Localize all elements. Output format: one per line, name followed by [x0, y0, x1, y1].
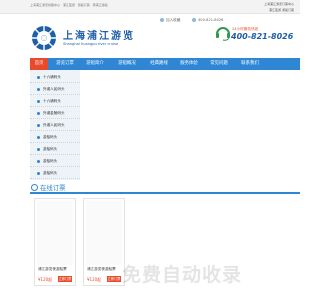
- product-card[interactable]: 浦江游览夜游船票 ¥120起 立即订票: [83, 198, 125, 286]
- watermark-text: 免费自动收录: [122, 264, 243, 286]
- bullet-icon: [37, 100, 40, 103]
- sidebar-item[interactable]: 外滩金陵码头: [30, 108, 80, 119]
- sidebar-item-label: 外滩人民码头: [43, 123, 65, 127]
- sidebar-item[interactable]: 外滩人民码头: [30, 120, 80, 131]
- top-contact-2[interactable]: 浦江夜游 游船订票: [269, 8, 294, 12]
- sidebar-item[interactable]: 十六铺码头: [30, 96, 80, 107]
- nav-overview[interactable]: 游船概况: [114, 58, 140, 70]
- top-contact-1[interactable]: 上海浦江游览订票中心: [264, 2, 294, 6]
- bullet-icon: [37, 76, 40, 79]
- favorites-label: 加入收藏: [166, 18, 181, 22]
- sidebar-item[interactable]: 游船码头: [30, 132, 80, 143]
- bullet-icon: [37, 136, 40, 139]
- sidebar-item-label: 游船码头: [43, 135, 58, 139]
- nav-home[interactable]: 首页: [30, 58, 48, 70]
- nav-service[interactable]: 服务体验: [176, 58, 202, 70]
- ship-wheel-icon[interactable]: [29, 24, 59, 52]
- phone-label: 400-821-8026: [198, 18, 224, 22]
- product-price: ¥120起: [87, 277, 102, 282]
- headset-icon: [216, 27, 230, 41]
- sidebar-item-label: 十六铺码头: [43, 75, 61, 79]
- bullet-icon: [37, 124, 40, 127]
- product-price: ¥120起: [38, 277, 53, 282]
- product-card[interactable]: 浦江游览夜游船票 ¥120起 立即订票: [34, 198, 76, 286]
- book-now-button[interactable]: 立即订票: [58, 276, 72, 282]
- section-title: 在线订票: [40, 184, 66, 192]
- product-name: 浦江游览夜游船票: [38, 267, 67, 271]
- nav-contact[interactable]: 联系我们: [236, 58, 264, 70]
- sidebar-item[interactable]: 游船码头: [30, 144, 80, 155]
- sidebar-item-label: 游船码头: [43, 147, 58, 151]
- main-nav: 首页 游览订票 游船简介 游船概况 经典路线 服务体验 常见问题 联系我们: [30, 58, 300, 70]
- sidebar-item-label: 游船码头: [43, 159, 58, 163]
- favorites-link[interactable]: 加入收藏: [160, 18, 180, 23]
- sidebar-item-label: 游船码头: [43, 171, 58, 175]
- online-booking-header: 在线订票: [30, 182, 300, 194]
- hotline-block: 24小时服务热线 400-821-8026: [214, 24, 293, 54]
- bullet-icon: [37, 160, 40, 163]
- sidebar-item-label: 外滩金陵码头: [43, 111, 65, 115]
- bullet-icon: [37, 88, 40, 91]
- top-notice: 上海浦江游览线路中心 · 浦江夜游 · 游船订票 · 黄浦江游船: [30, 3, 108, 7]
- bullet-icon: [37, 112, 40, 115]
- nav-tickets[interactable]: 游览订票: [52, 58, 78, 70]
- phone-icon: [192, 18, 196, 22]
- logo-title[interactable]: 上海浦江游览: [63, 27, 135, 42]
- logo-subtitle: Shanghai huangpu river cruise: [63, 42, 119, 46]
- product-name: 浦江游览夜游船票: [87, 267, 116, 271]
- product-image: [86, 201, 122, 265]
- product-image: [37, 201, 73, 265]
- nav-faq[interactable]: 常见问题: [206, 58, 232, 70]
- nav-intro[interactable]: 游船简介: [82, 58, 108, 70]
- top-bar: 上海浦江游览线路中心 · 浦江夜游 · 游船订票 · 黄浦江游船 上海浦江游览订…: [0, 0, 300, 14]
- phone-link[interactable]: 400-821-8026: [192, 18, 223, 22]
- nav-routes[interactable]: 经典路线: [146, 58, 172, 70]
- book-now-button[interactable]: 立即订票: [107, 276, 121, 282]
- sidebar-item-label: 外滩人民码头: [43, 87, 65, 91]
- sidebar-item[interactable]: 外滩人民码头: [30, 84, 80, 95]
- bullet-icon: [37, 172, 40, 175]
- bullet-icon: [37, 148, 40, 151]
- hotline-number: 400-821-8026: [231, 32, 294, 41]
- sidebar-item[interactable]: 十六铺码头: [30, 72, 80, 83]
- sidebar-item[interactable]: 游船码头: [30, 168, 80, 179]
- star-icon: [160, 18, 164, 22]
- sidebar: 十六铺码头 外滩人民码头 十六铺码头 外滩金陵码头 外滩人民码头 游船码头 游船…: [30, 70, 80, 180]
- ticket-icon: [31, 184, 38, 191]
- sidebar-item[interactable]: 游船码头: [30, 156, 80, 167]
- sidebar-item-label: 十六铺码头: [43, 99, 61, 103]
- main-content: [86, 70, 300, 180]
